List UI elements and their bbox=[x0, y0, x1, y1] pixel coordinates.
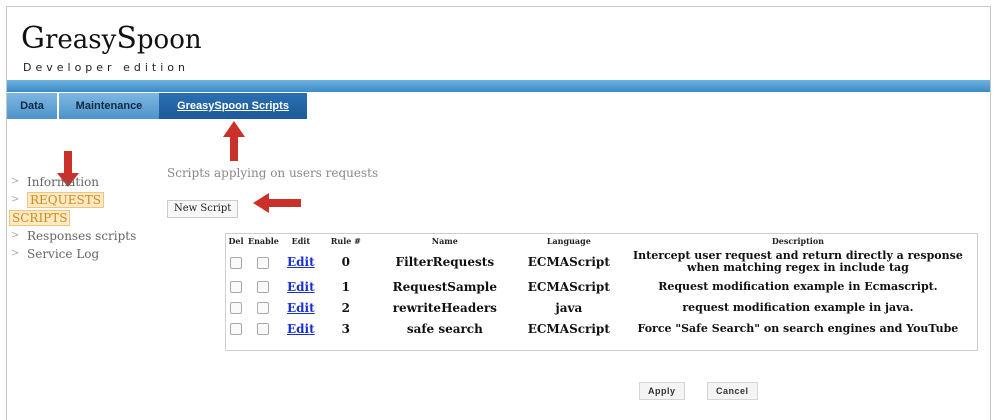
enable-checkbox[interactable] bbox=[257, 323, 270, 335]
column-header-rule: Rule # bbox=[330, 236, 361, 246]
script-name: safe search bbox=[406, 321, 483, 336]
scripts-table: Del Enable Edit Rule # Name Language Des… bbox=[225, 233, 978, 351]
script-description: Request modification example in Ecmascri… bbox=[658, 279, 938, 293]
script-language: ECMAScript bbox=[527, 321, 610, 336]
table-row: Edit 2 rewriteHeaders java request modif… bbox=[226, 297, 977, 318]
rule-number: 1 bbox=[341, 279, 350, 294]
edit-link[interactable]: Edit bbox=[287, 255, 315, 269]
cancel-button[interactable]: Cancel bbox=[707, 382, 758, 400]
tab-bar: Data Maintenance GreasySpoon Scripts bbox=[7, 93, 990, 119]
del-checkbox[interactable] bbox=[230, 281, 242, 293]
chevron-right-icon: > bbox=[11, 176, 20, 187]
nav-item-requests-scripts-wrap[interactable]: SCRIPTS bbox=[9, 209, 136, 227]
column-header-edit: Edit bbox=[291, 236, 311, 246]
table-row: Edit 3 safe search ECMAScript Force "Saf… bbox=[226, 318, 977, 339]
script-language: java bbox=[555, 300, 583, 315]
rule-number: 3 bbox=[341, 321, 350, 336]
del-checkbox[interactable] bbox=[230, 256, 242, 269]
edit-link[interactable]: Edit bbox=[287, 280, 315, 294]
app-frame: GreasySpoon Developer edition Data Maint… bbox=[6, 6, 991, 420]
nav-item-responses-scripts[interactable]: > Responses scripts bbox=[9, 227, 136, 245]
nav-item-label: SCRIPTS bbox=[9, 210, 71, 226]
enable-checkbox[interactable] bbox=[257, 256, 270, 269]
nav-item-requests-scripts[interactable]: > REQUESTS bbox=[9, 191, 136, 209]
nav-item-label: REQUESTS bbox=[27, 192, 104, 208]
script-description: Force "Safe Search" on search engines an… bbox=[637, 321, 959, 335]
logo-letter-s: S bbox=[116, 21, 137, 56]
script-language: ECMAScript bbox=[527, 255, 610, 269]
apply-button[interactable]: Apply bbox=[639, 382, 685, 400]
script-description: request modification example in java. bbox=[682, 300, 914, 314]
column-header-enable: Enable bbox=[248, 236, 279, 246]
column-header-del: Del bbox=[228, 236, 244, 246]
header-band bbox=[7, 80, 990, 92]
tab-data[interactable]: Data bbox=[7, 93, 57, 119]
logo-letter-g: G bbox=[21, 21, 45, 56]
column-header-name: Name bbox=[431, 236, 458, 246]
column-header-language: Language bbox=[546, 236, 591, 246]
script-name: FilterRequests bbox=[395, 255, 495, 269]
arrow-up-icon bbox=[223, 121, 245, 161]
script-language: ECMAScript bbox=[527, 279, 610, 294]
nav-item-label: Information bbox=[27, 175, 100, 189]
tab-maintenance[interactable]: Maintenance bbox=[59, 93, 159, 119]
edition-label: Developer edition bbox=[23, 61, 189, 74]
edit-link[interactable]: Edit bbox=[287, 322, 315, 336]
del-checkbox[interactable] bbox=[230, 302, 242, 314]
table-row: Edit 1 RequestSample ECMAScript Request … bbox=[226, 276, 977, 297]
sidebar-nav: > Information > REQUESTS SCRIPTS > Respo… bbox=[9, 173, 136, 263]
rule-number: 0 bbox=[341, 255, 350, 269]
logo-text-reasy: reasy bbox=[44, 25, 117, 55]
script-name: rewriteHeaders bbox=[392, 300, 497, 315]
nav-item-service-log[interactable]: > Service Log bbox=[9, 245, 136, 263]
app-logo: GreasySpoon bbox=[21, 21, 202, 56]
script-description: Intercept user request and return direct… bbox=[632, 249, 963, 274]
column-header-description: Description bbox=[771, 236, 824, 246]
new-script-button[interactable]: New Script bbox=[167, 200, 239, 218]
logo-text-poon: poon bbox=[136, 25, 202, 55]
enable-checkbox[interactable] bbox=[257, 281, 270, 293]
nav-item-label: Responses scripts bbox=[27, 229, 137, 243]
chevron-right-icon: > bbox=[11, 194, 20, 205]
chevron-right-icon: > bbox=[11, 230, 20, 241]
section-title: Scripts applying on users requests bbox=[167, 166, 379, 180]
edit-link[interactable]: Edit bbox=[287, 301, 315, 315]
nav-item-information[interactable]: > Information bbox=[9, 173, 136, 191]
table-header-row: Del Enable Edit Rule # Name Language Des… bbox=[226, 234, 977, 248]
tab-greasyspoon-scripts[interactable]: GreasySpoon Scripts bbox=[159, 93, 307, 119]
del-checkbox[interactable] bbox=[230, 323, 242, 335]
enable-checkbox[interactable] bbox=[257, 302, 270, 314]
script-name: RequestSample bbox=[392, 279, 498, 294]
table-row: Edit 0 FilterRequests ECMAScript Interce… bbox=[226, 248, 977, 276]
chevron-right-icon: > bbox=[11, 248, 20, 259]
arrow-left-icon bbox=[253, 193, 301, 213]
nav-item-label: Service Log bbox=[27, 247, 100, 261]
rule-number: 2 bbox=[341, 300, 350, 315]
